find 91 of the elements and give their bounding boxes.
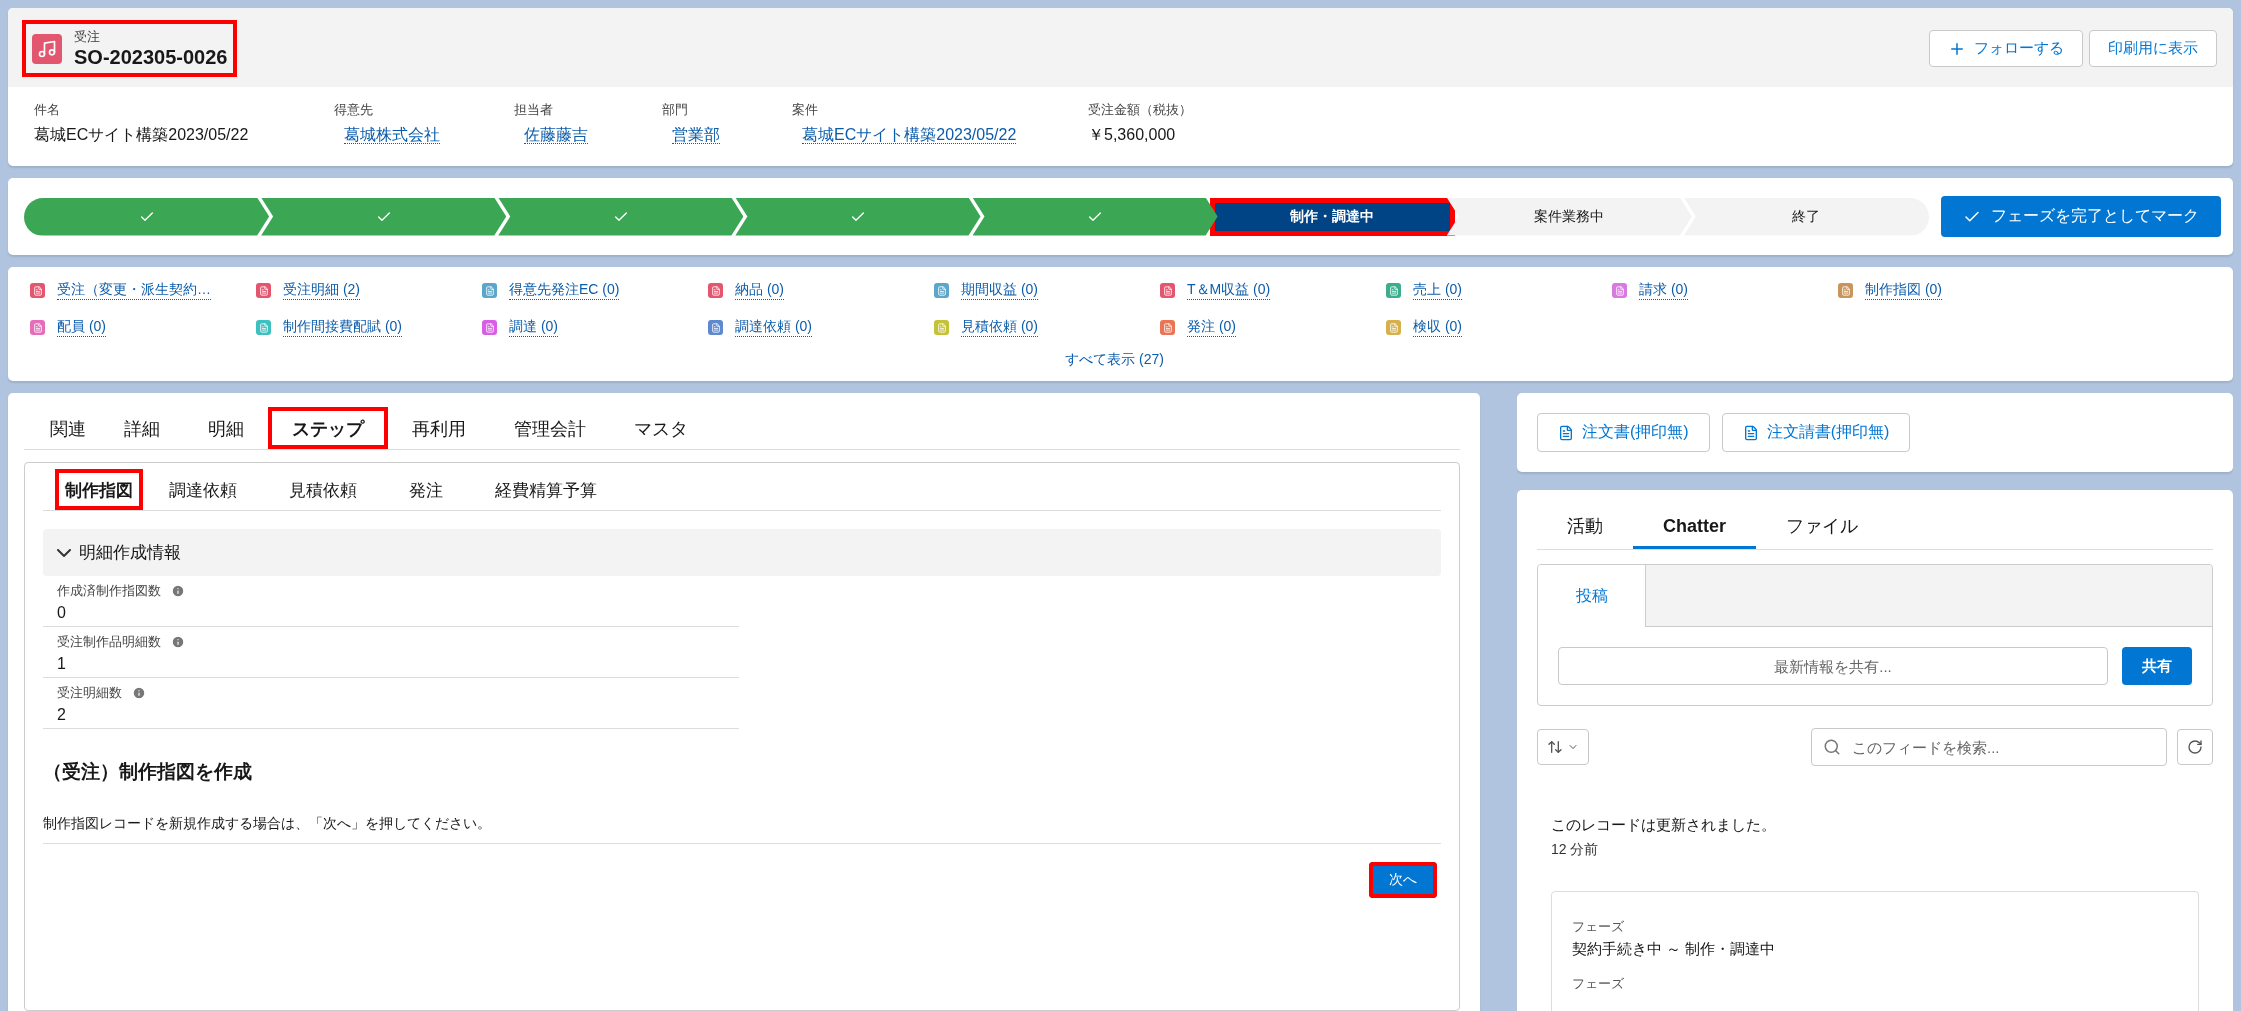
field-label: 受注制作品明細数 <box>57 633 161 651</box>
related-list-link[interactable]: 売上 (0) <box>1413 281 1462 300</box>
mark-complete-button[interactable]: フェーズを完了としてマーク <box>1941 196 2221 237</box>
field-label: 作成済制作指図数 <box>57 582 161 600</box>
path-step[interactable] <box>498 197 744 236</box>
related-list-link[interactable]: 制作指図 (0) <box>1865 281 1942 300</box>
quick-action-button[interactable]: 注文請書(押印無) <box>1721 413 1911 452</box>
search-icon <box>1823 738 1841 756</box>
related-list-link[interactable]: 請求 (0) <box>1639 281 1688 300</box>
object-label: 受注 <box>74 28 101 46</box>
tab[interactable]: 明細 <box>184 407 268 449</box>
field-value: 2 <box>57 706 67 724</box>
field-value: 葛城ECサイト構築2023/05/22 <box>34 126 249 143</box>
related-list-link[interactable]: 納品 (0) <box>735 281 784 300</box>
related-list-link[interactable]: 調達 (0) <box>509 318 558 337</box>
field-link[interactable]: 営業部 <box>672 126 720 144</box>
tab[interactable]: 見積依頼 <box>263 469 383 510</box>
related-list-link[interactable]: 発注 (0) <box>1187 318 1236 337</box>
field-label: 受注明細数 <box>57 684 122 702</box>
document-icon <box>1558 424 1574 441</box>
field-value: 0 <box>57 604 67 622</box>
refresh-icon <box>2187 739 2203 755</box>
field-link[interactable]: 葛城ECサイト構築2023/05/22 <box>802 126 1017 144</box>
related-list-link[interactable]: 期間収益 (0) <box>961 281 1038 300</box>
feed-search-field[interactable]: このフィードを検索... <box>1811 728 2167 766</box>
tab[interactable]: 制作指図 <box>55 469 143 510</box>
related-list-link[interactable]: 制作間接費配賦 (0) <box>283 318 402 337</box>
print-button[interactable]: 印刷用に表示 <box>2089 30 2217 67</box>
info-icon <box>171 584 185 598</box>
share-button[interactable]: 共有 <box>2122 647 2192 685</box>
path-step[interactable] <box>261 197 507 236</box>
tab[interactable]: マスタ <box>610 407 712 449</box>
field-label: 得意先 <box>334 101 374 119</box>
path-step[interactable]: 終了 <box>1683 197 1929 236</box>
sort-arrows-icon <box>1547 739 1563 755</box>
tab[interactable]: 再利用 <box>388 407 490 449</box>
related-list-link[interactable]: 配員 (0) <box>57 318 106 337</box>
related-list-link[interactable]: 受注明細 (2) <box>283 281 360 300</box>
change-label: フェーズ <box>1572 918 1625 936</box>
path-step[interactable] <box>735 197 981 236</box>
field-label: 部門 <box>662 101 689 119</box>
related-list-link[interactable]: 受注（変更・派生契約… <box>57 281 211 300</box>
tab[interactable]: 調達依頼 <box>143 469 263 510</box>
info-icon <box>132 686 146 700</box>
related-list-link[interactable]: 検収 (0) <box>1413 318 1462 337</box>
sort-button[interactable] <box>1537 729 1589 765</box>
tab[interactable]: Chatter <box>1633 504 1756 549</box>
follow-button[interactable]: フォローする <box>1929 30 2083 67</box>
chevron-icon <box>57 548 71 557</box>
field-link[interactable]: 佐藤藤吉 <box>524 126 588 144</box>
field-label: 担当者 <box>514 101 554 119</box>
feed-time: 12 分前 <box>1551 841 1600 859</box>
related-list-link[interactable]: 得意先発注EC (0) <box>509 281 620 300</box>
section-title: 明細作成情報 <box>79 542 181 564</box>
next-button[interactable]: 次へ <box>1369 862 1437 898</box>
related-list-link[interactable]: 見積依頼 (0) <box>961 318 1038 337</box>
quick-action-button[interactable]: 注文書(押印無) <box>1537 413 1710 452</box>
tab[interactable]: ステップ <box>268 407 388 449</box>
field-label: 件名 <box>34 101 61 119</box>
path-step[interactable] <box>972 197 1218 236</box>
field-value: ￥5,360,000 <box>1088 126 1176 143</box>
show-all-link[interactable]: すべて表示 (27) <box>1065 351 1164 369</box>
section-header[interactable]: 明細作成情報 <box>43 529 1441 576</box>
refresh-button[interactable] <box>2177 729 2213 765</box>
path-step[interactable]: 案件業務中 <box>1446 197 1692 236</box>
path-step[interactable]: 制作・調達中 <box>1209 197 1455 236</box>
post-tab[interactable]: 投稿 <box>1538 565 1646 627</box>
related-list-link[interactable]: 調達依頼 (0) <box>735 318 812 337</box>
feed-message: このレコードは更新されました。 <box>1551 816 1777 835</box>
tab[interactable]: ファイル <box>1756 504 1888 549</box>
change-value: 契約手続き中 ～ 制作・調達中 <box>1572 940 1777 959</box>
tab[interactable]: 詳細 <box>100 407 184 449</box>
info-icon <box>171 635 185 649</box>
document-icon <box>1742 424 1759 441</box>
field-label: 受注金額（税抜） <box>1088 101 1193 119</box>
share-input[interactable]: 最新情報を共有... <box>1558 647 2108 685</box>
path-step[interactable] <box>24 197 270 236</box>
tab[interactable]: 経費精算予算 <box>469 469 623 510</box>
field-value: 1 <box>57 655 67 673</box>
field-link[interactable]: 葛城株式会社 <box>344 126 440 144</box>
related-list-link[interactable]: T＆M収益 (0) <box>1187 281 1271 300</box>
tab[interactable]: 管理会計 <box>490 407 610 449</box>
change-label: フェーズ <box>1572 975 1625 993</box>
field-label: 案件 <box>792 101 819 119</box>
music-note-icon <box>32 33 62 64</box>
tab[interactable]: 発注 <box>383 469 469 510</box>
flow-heading: （受注）制作指図を作成 <box>43 760 253 784</box>
flow-description: 制作指図レコードを新規作成する場合は、「次へ」を押してください。 <box>43 815 1441 844</box>
tab[interactable]: 関連 <box>36 407 100 449</box>
record-name: SO-202305-0026 <box>74 46 228 69</box>
tab[interactable]: 活動 <box>1537 504 1633 549</box>
